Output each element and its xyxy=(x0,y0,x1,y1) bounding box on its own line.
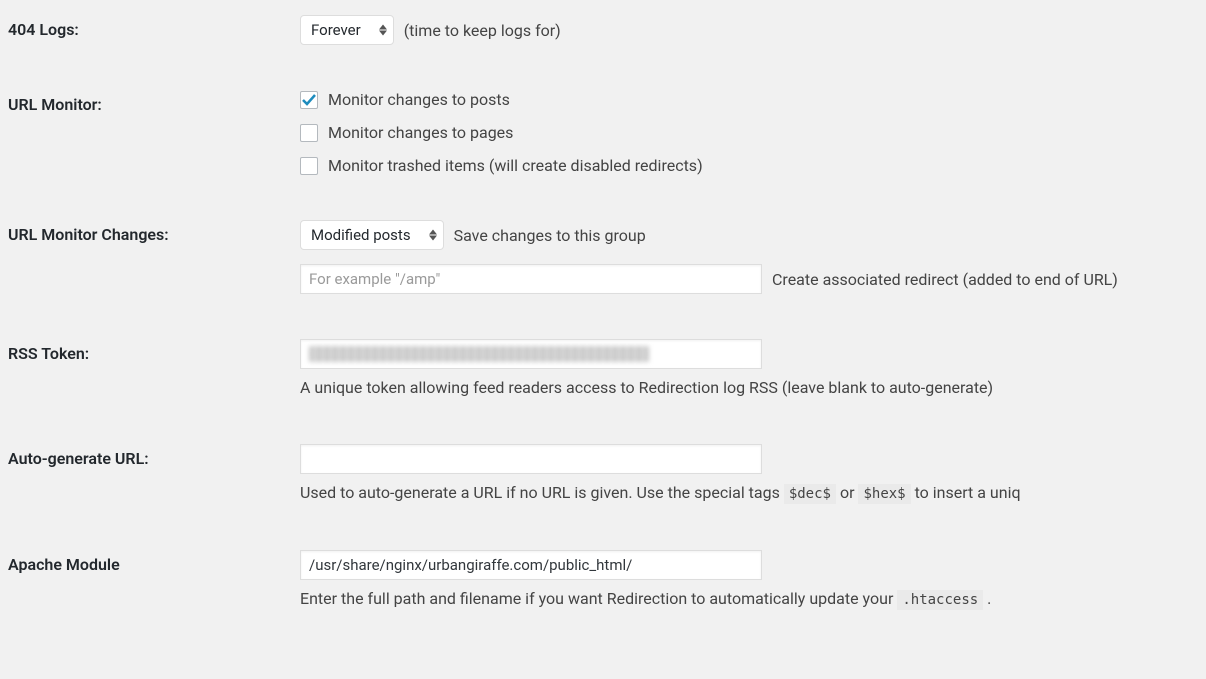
label-apache-module: Apache Module xyxy=(0,535,290,641)
checkbox-monitor-trashed[interactable] xyxy=(300,157,318,175)
settings-form-table: 404 Logs: Forever (time to keep logs for… xyxy=(0,0,1206,641)
code-htaccess: .htaccess xyxy=(897,590,983,610)
checkbox-monitor-posts[interactable] xyxy=(300,91,318,109)
input-apache-module[interactable] xyxy=(300,550,762,580)
select-monitor-group-value: Modified posts xyxy=(311,226,425,244)
checkbox-label-monitor-pages: Monitor changes to pages xyxy=(328,123,513,142)
select-monitor-group[interactable]: Modified posts xyxy=(300,220,444,250)
desc-apache-module: Enter the full path and filename if you … xyxy=(300,588,1196,611)
select-updown-icon xyxy=(429,229,437,241)
label-404-logs: 404 Logs: xyxy=(0,0,290,75)
code-tag-hex: $hex$ xyxy=(858,484,910,504)
input-auto-generate[interactable] xyxy=(300,444,762,474)
label-url-monitor: URL Monitor: xyxy=(0,75,290,205)
checkbox-label-monitor-trashed: Monitor trashed items (will create disab… xyxy=(328,156,703,175)
input-associated-redirect[interactable] xyxy=(300,264,762,294)
select-404-logs[interactable]: Forever xyxy=(300,15,394,45)
input-rss-token[interactable] xyxy=(300,339,762,369)
checkbox-label-monitor-posts: Monitor changes to posts xyxy=(328,90,510,109)
checkbox-monitor-pages[interactable] xyxy=(300,124,318,142)
select-404-logs-value: Forever xyxy=(311,21,375,39)
label-rss-token: RSS Token: xyxy=(0,324,290,429)
label-url-monitor-changes: URL Monitor Changes: xyxy=(0,205,290,324)
code-tag-dec: $dec$ xyxy=(784,484,836,504)
select-updown-icon xyxy=(379,24,387,36)
label-auto-generate: Auto-generate URL: xyxy=(0,429,290,535)
desc-404-logs: (time to keep logs for) xyxy=(404,21,561,40)
rss-token-obscured xyxy=(309,346,649,362)
desc-associated-redirect: Create associated redirect (added to end… xyxy=(772,270,1118,289)
desc-rss-token: A unique token allowing feed readers acc… xyxy=(300,377,1196,399)
check-icon xyxy=(302,93,316,107)
desc-monitor-group: Save changes to this group xyxy=(454,226,646,245)
desc-auto-generate: Used to auto-generate a URL if no URL is… xyxy=(300,482,1196,505)
